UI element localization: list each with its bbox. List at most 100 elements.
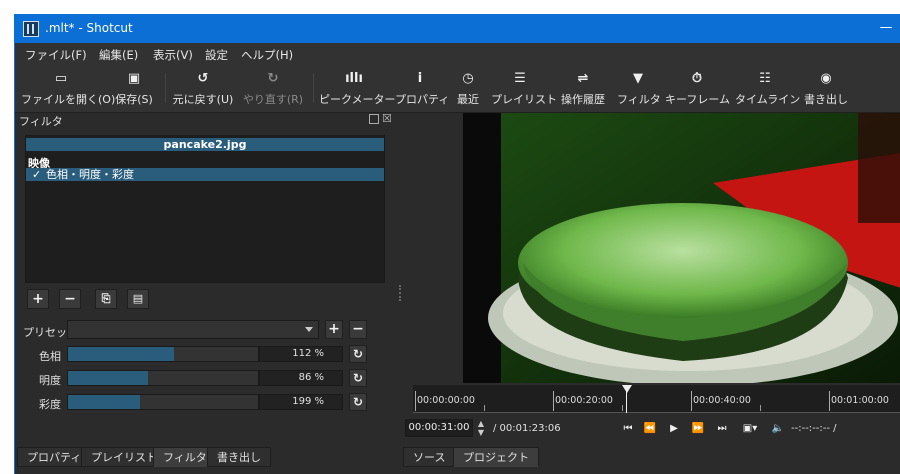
saturation-spinbox[interactable]: 199 % xyxy=(259,394,343,410)
duration-label: / 00:01:23:06 xyxy=(493,423,561,434)
menu-edit[interactable]: 編集(E) xyxy=(99,47,138,63)
redo-button[interactable]: ↻ やり直す(R) xyxy=(241,71,305,109)
checkmark-icon[interactable]: ✓ xyxy=(32,168,41,181)
hue-spinbox[interactable]: 112 % xyxy=(259,346,343,362)
filter-panel: フィルタ ☒ pancake2.jpg 映像 ✓ 色相・明度・彩度 + − ⎘ … xyxy=(15,112,395,445)
save-button[interactable]: ▣ 保存(S) xyxy=(109,71,159,109)
skip-to-start-button[interactable]: ⏮ xyxy=(619,421,637,437)
playlist-button[interactable]: ☰ プレイリスト xyxy=(491,71,557,109)
playhead-line xyxy=(626,391,627,413)
lightness-slider-fill xyxy=(68,371,148,385)
recent-button[interactable]: ◷ 最近 xyxy=(451,71,485,109)
play-button[interactable]: ▶ xyxy=(665,421,683,437)
playhead-marker[interactable] xyxy=(622,385,632,393)
recent-label: 最近 xyxy=(457,93,479,106)
folder-open-icon: ▭ xyxy=(54,71,68,86)
save-preset-button[interactable]: + xyxy=(325,320,343,339)
panel-splitter[interactable] xyxy=(399,285,401,301)
chevron-down-icon xyxy=(305,327,313,332)
properties-button[interactable]: i プロパティ xyxy=(395,71,450,109)
lightness-spinbox[interactable]: 86 % xyxy=(259,370,343,386)
ruler-tick xyxy=(484,405,485,411)
rewind-button[interactable]: ⏪ xyxy=(641,421,659,437)
lightness-slider[interactable] xyxy=(67,370,259,386)
ruler-label: 00:01:00:00 xyxy=(831,395,889,406)
filter-list[interactable]: pancake2.jpg 映像 ✓ 色相・明度・彩度 xyxy=(25,135,385,283)
open-file-button[interactable]: ▭ ファイルを開く(O) xyxy=(21,71,116,109)
saturation-slider[interactable] xyxy=(67,394,259,410)
timecode-spinner[interactable]: ▲ ▼ xyxy=(475,419,487,437)
video-preview[interactable] xyxy=(463,113,900,383)
ruler-tick xyxy=(415,391,416,411)
export-icon: ◉ xyxy=(820,71,832,86)
redo-icon: ↻ xyxy=(267,71,279,86)
zoom-menu-button[interactable]: ▣▾ xyxy=(737,421,763,437)
hue-slider-fill xyxy=(68,347,175,361)
saturation-reset-button[interactable]: ↻ xyxy=(349,393,367,411)
float-icon[interactable] xyxy=(369,114,379,124)
preset-dropdown[interactable] xyxy=(67,320,319,339)
timeline-button[interactable]: ☷ タイムライン xyxy=(735,71,801,109)
add-filter-button[interactable]: + xyxy=(27,289,49,309)
properties-label: プロパティ xyxy=(395,93,450,106)
position-timecode-input[interactable]: 00:00:31:00 xyxy=(405,419,473,437)
menu-view[interactable]: 表示(V) xyxy=(153,47,193,63)
tab-project[interactable]: プロジェクト xyxy=(453,447,539,467)
skip-to-end-button[interactable]: ⏭ xyxy=(713,421,731,437)
save-label: 保存(S) xyxy=(115,93,153,106)
lightness-reset-button[interactable]: ↻ xyxy=(349,369,367,387)
delete-preset-button[interactable]: − xyxy=(349,320,367,339)
info-icon: i xyxy=(417,71,423,86)
time-ruler[interactable]: 00:00:00:00 00:00:20:00 00:00:40:00 00:0… xyxy=(413,385,900,413)
close-icon[interactable]: ☒ xyxy=(382,112,392,125)
menu-help[interactable]: ヘルプ(H) xyxy=(241,47,293,63)
filter-label: フィルタ xyxy=(617,93,661,106)
menu-settings[interactable]: 設定 xyxy=(205,47,228,63)
menu-bar: ファイル(F) 編集(E) 表示(V) 設定 ヘルプ(H) xyxy=(15,43,900,65)
hue-reset-button[interactable]: ↻ xyxy=(349,345,367,363)
menu-file[interactable]: ファイル(F) xyxy=(25,47,87,63)
app-window: .mlt* - Shotcut — ファイル(F) 編集(E) 表示(V) 設定… xyxy=(14,14,900,474)
paste-filter-button[interactable]: ▤ xyxy=(127,289,149,309)
history-icon: ⇌ xyxy=(577,71,589,86)
ruler-label: 00:00:00:00 xyxy=(417,395,475,406)
panel-title: フィルタ xyxy=(19,115,63,128)
ruler-label: 00:00:40:00 xyxy=(693,395,751,406)
redo-label: やり直す(R) xyxy=(242,93,304,106)
clock-icon: ◷ xyxy=(462,71,474,86)
export-button[interactable]: ◉ 書き出し xyxy=(801,71,851,109)
timeline-label: タイムライン xyxy=(735,93,801,106)
filter-icon: ▼ xyxy=(633,71,643,86)
ruler-tick xyxy=(553,391,554,411)
saturation-slider-fill xyxy=(68,395,141,409)
hue-label: 色相 xyxy=(39,350,61,363)
filter-item-label: 色相・明度・彩度 xyxy=(46,168,134,181)
copy-filter-button[interactable]: ⎘ xyxy=(95,289,117,309)
ruler-tick xyxy=(691,391,692,411)
keyframes-label: キーフレーム xyxy=(665,93,731,106)
minimize-button[interactable]: — xyxy=(877,18,895,38)
tab-source[interactable]: ソース xyxy=(403,447,456,467)
fast-forward-button[interactable]: ⏩ xyxy=(689,421,707,437)
keyframes-button[interactable]: ⏱ キーフレーム xyxy=(665,71,731,109)
save-icon: ▣ xyxy=(127,71,141,86)
filter-list-item[interactable]: ✓ 色相・明度・彩度 xyxy=(26,168,384,181)
ruler-tick xyxy=(760,405,761,411)
undo-button[interactable]: ↺ 元に戻す(U) xyxy=(171,71,235,109)
history-label: 操作履歴 xyxy=(561,93,605,106)
tab-export[interactable]: 書き出し xyxy=(207,447,271,467)
lightness-label: 明度 xyxy=(39,374,61,387)
export-label: 書き出し xyxy=(804,93,848,106)
in-out-duration: --:--:--:-- / xyxy=(791,423,837,434)
hue-slider[interactable] xyxy=(67,346,259,362)
volume-button[interactable]: 🔈 xyxy=(769,421,787,437)
undo-label: 元に戻す(U) xyxy=(172,93,234,106)
peak-meter-button[interactable]: ıllı ピークメーター xyxy=(319,71,396,109)
window-title: .mlt* - Shotcut xyxy=(45,21,133,35)
remove-filter-button[interactable]: − xyxy=(59,289,81,309)
open-file-label: ファイルを開く(O) xyxy=(21,93,116,106)
toolbar-separator xyxy=(313,73,314,103)
filter-button[interactable]: ▼ フィルタ xyxy=(617,71,661,109)
main-toolbar: ▭ ファイルを開く(O) ▣ 保存(S) ↺ 元に戻す(U) ↻ やり直す(R)… xyxy=(15,65,900,113)
history-button[interactable]: ⇌ 操作履歴 xyxy=(555,71,611,109)
